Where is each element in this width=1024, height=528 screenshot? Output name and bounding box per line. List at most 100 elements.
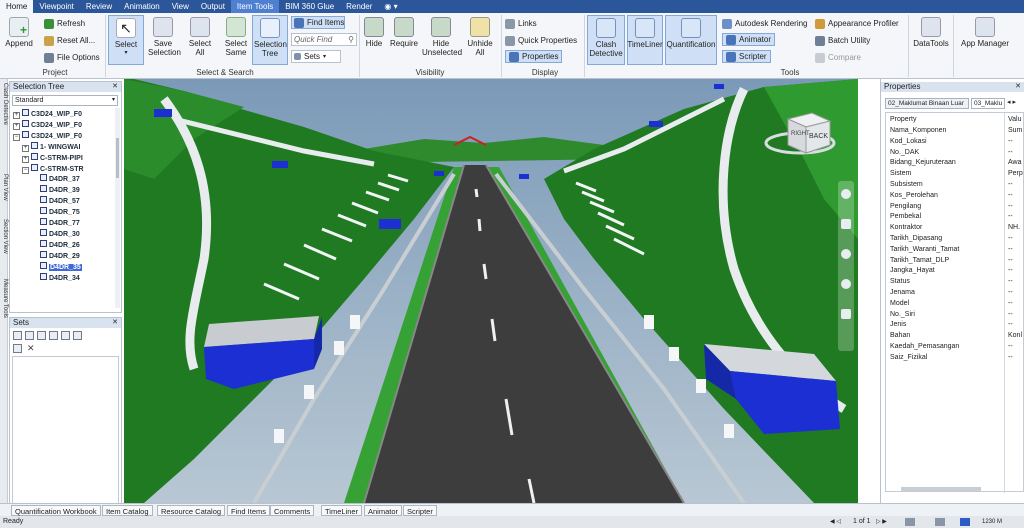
expand-toggle-icon[interactable]: + [13, 112, 20, 119]
expand-toggle-icon[interactable]: − [22, 166, 29, 174]
tab-plan-view[interactable]: Plan View [0, 174, 8, 201]
expand-toggle-icon[interactable]: − [13, 133, 20, 141]
save-selection-button[interactable]: Save Selection [146, 15, 181, 57]
performance-icon[interactable] [935, 518, 945, 526]
require-button[interactable]: Require [389, 15, 419, 48]
tab-render[interactable]: Render [340, 0, 378, 13]
selection-tree-button[interactable]: Selection Tree [252, 15, 288, 65]
tab-item-tools[interactable]: Item Tools [230, 0, 280, 13]
pan-icon[interactable] [841, 219, 851, 229]
quantification-button[interactable]: Quantification [665, 15, 717, 65]
timeliner-button[interactable]: TimeLiner [627, 15, 663, 65]
orbit-icon[interactable] [841, 279, 851, 289]
tree-item[interactable]: − C3D24_WIP_F0 [13, 130, 82, 141]
bottom-tab-quantification-workbook[interactable]: Quantification Workbook [11, 505, 101, 516]
tab-measure-tools[interactable]: Measure Tools [0, 279, 8, 318]
app-manager-button[interactable]: App Manager [956, 15, 1014, 48]
tree-item[interactable]: + C3D24_WIP_F0 [13, 109, 82, 119]
tree-item[interactable]: + C3D24_WIP_F0 [13, 119, 82, 130]
hide-button[interactable]: Hide [361, 15, 387, 48]
save-set-icon[interactable] [13, 331, 22, 340]
tree-item[interactable]: D4DR_75 [31, 207, 80, 217]
datatools-button[interactable]: DataTools [911, 15, 951, 48]
select-all-button[interactable]: Select All [186, 15, 214, 57]
tab-section-view[interactable]: Section View [0, 219, 8, 254]
tab-view[interactable]: View [166, 0, 195, 13]
appearance-profiler-button[interactable]: Appearance Profiler [815, 17, 899, 30]
next-sheet-icon[interactable]: ▷ ▶ [876, 516, 887, 528]
refresh-button[interactable]: Refresh [44, 17, 85, 30]
duplicate-icon[interactable] [49, 331, 58, 340]
expand-toggle-icon[interactable]: + [22, 144, 29, 152]
add-comment-icon[interactable] [13, 344, 22, 353]
import-export-icon[interactable] [73, 331, 82, 340]
tree-item[interactable]: +1- WINGWAI [22, 141, 80, 152]
tree-scrollbar[interactable] [115, 108, 120, 308]
append-button[interactable]: + Append [4, 15, 34, 48]
navigation-bar[interactable] [838, 181, 854, 351]
tab-clash-detective[interactable]: Clash Detective [0, 83, 8, 125]
tab-viewpoint[interactable]: Viewpoint [33, 0, 80, 13]
reset-all-button[interactable]: Reset All... [44, 34, 95, 47]
sort-icon[interactable] [61, 331, 70, 340]
tree-item[interactable]: − C-STRM-STR [22, 163, 84, 174]
autodesk-rendering-button[interactable]: Autodesk Rendering [722, 17, 808, 30]
sheet-browser-icon[interactable] [905, 518, 915, 526]
quick-properties-button[interactable]: Quick Properties [505, 34, 577, 47]
sets-list[interactable] [12, 356, 119, 510]
3d-viewport[interactable]: RIGHT BACK [124, 79, 858, 503]
bottom-tab-animator[interactable]: Animator [364, 505, 403, 516]
sets-dropdown[interactable]: Sets ▾ [291, 50, 341, 63]
tree-item[interactable]: D4DR_29 [31, 250, 80, 261]
tree-item[interactable]: D4DR_35 [31, 261, 82, 272]
tab-home[interactable]: Home [0, 0, 34, 13]
file-options-button[interactable]: File Options [44, 51, 100, 64]
clash-detective-button[interactable]: Clash Detective [587, 15, 625, 65]
find-items-button[interactable]: Find Items [291, 16, 345, 29]
unhide-all-button[interactable]: Unhide All [463, 15, 497, 57]
compare-button[interactable]: Compare [815, 51, 861, 64]
tree-item[interactable]: D4DR_37 [31, 174, 80, 184]
properties-scrollbar[interactable] [901, 487, 981, 491]
tab-scroll-arrows[interactable]: ◂ ▸ [1007, 98, 1016, 106]
batch-utility-button[interactable]: Batch Utility [815, 34, 870, 47]
bottom-tab-timeliner[interactable]: TimeLiner [321, 505, 363, 516]
bottom-tab-item-catalog[interactable]: Item Catalog [102, 505, 153, 516]
animator-button[interactable]: Animator [722, 33, 776, 46]
bottom-tab-resource-catalog[interactable]: Resource Catalog [157, 505, 226, 516]
tree-item[interactable]: D4DR_26 [31, 239, 80, 250]
tab-maklumat-3[interactable]: 03_Maklu [971, 98, 1005, 109]
bottom-tab-find-items[interactable]: Find Items [227, 505, 271, 516]
steering-wheel-icon[interactable] [841, 189, 851, 199]
new-folder-icon[interactable] [37, 331, 46, 340]
expand-toggle-icon[interactable]: + [13, 122, 20, 130]
expand-toggle-icon[interactable]: + [22, 155, 29, 163]
links-button[interactable]: Links [505, 17, 537, 30]
tab-review[interactable]: Review [80, 0, 118, 13]
tab-animation[interactable]: Animation [118, 0, 166, 13]
scripter-button[interactable]: Scripter [722, 50, 771, 63]
close-icon[interactable]: ✕ [1015, 82, 1021, 92]
select-button[interactable]: ↖ Select ▾ [108, 15, 144, 65]
zoom-icon[interactable] [841, 249, 851, 259]
quick-access-dropdown-icon[interactable]: ◉ ▾ [378, 0, 403, 13]
prev-sheet-icon[interactable]: ◀ ◁ [830, 516, 841, 528]
tab-output[interactable]: Output [195, 0, 231, 13]
tree-mode-dropdown[interactable]: Standard ▾ [12, 95, 118, 106]
tree-item[interactable]: D4DR_30 [31, 228, 80, 239]
tree-item[interactable]: D4DR_57 [31, 196, 80, 206]
tree-item[interactable]: D4DR_34 [31, 272, 80, 283]
select-same-button[interactable]: Select Same [222, 15, 250, 57]
properties-button[interactable]: Properties [505, 50, 563, 63]
bottom-tab-comments[interactable]: Comments [270, 505, 315, 516]
close-icon[interactable]: ✕ [112, 82, 118, 92]
search-set-icon[interactable] [25, 331, 34, 340]
tab-bim-360-glue[interactable]: BIM 360 Glue [279, 0, 340, 13]
look-icon[interactable] [841, 309, 851, 319]
bottom-tab-scripter[interactable]: Scripter [403, 505, 437, 516]
quick-find-input[interactable]: Quick Find ⚲ [291, 33, 357, 46]
tab-maklumat-binaan-luar[interactable]: 02_Maklumat Binaan Luar [885, 98, 969, 109]
hide-unselected-button[interactable]: Hide Unselected [421, 15, 462, 57]
tree-item[interactable]: D4DR_39 [31, 185, 80, 195]
tree-item[interactable]: + C-STRM-PIPI [22, 152, 83, 163]
